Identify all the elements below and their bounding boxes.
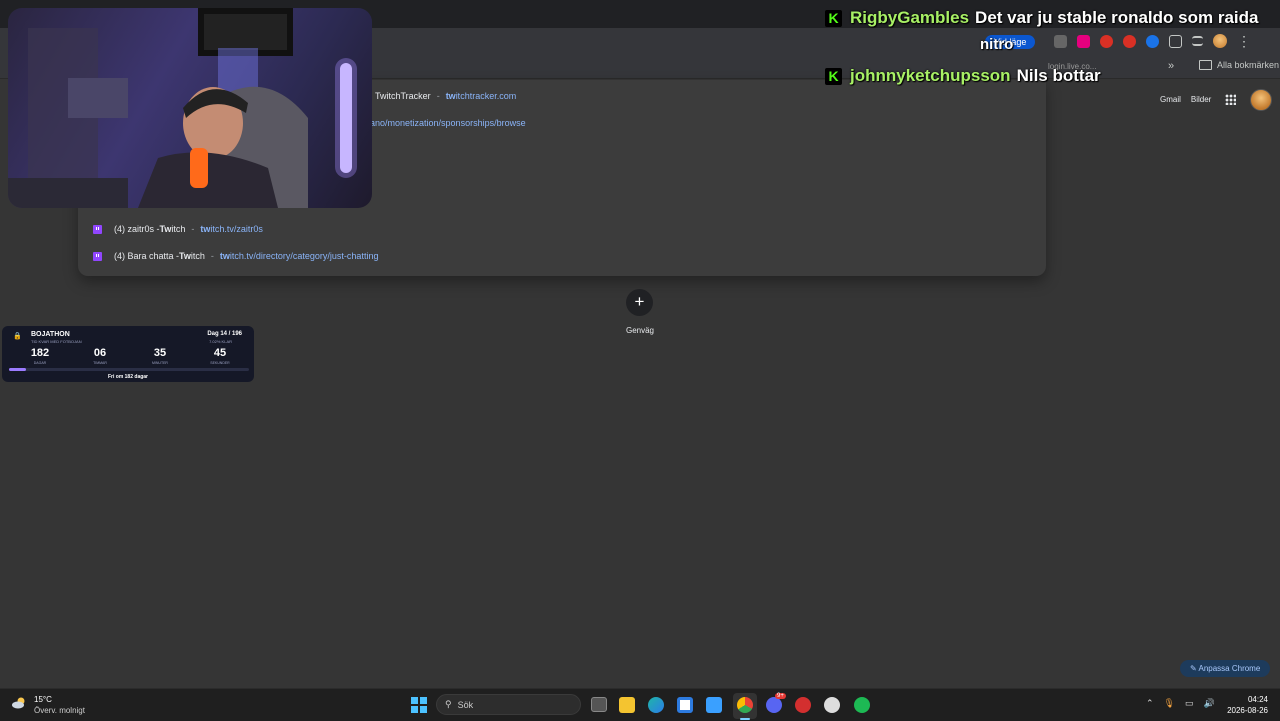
customize-label: Anpassa Chrome	[1198, 664, 1261, 673]
images-link[interactable]: Bilder	[1191, 95, 1211, 104]
weather-temperature[interactable]: 15°C	[34, 695, 52, 704]
chat-username: johnnyketchupsson	[850, 66, 1011, 85]
profile-icon[interactable]	[1213, 34, 1227, 48]
suggestion-title-bold: Tw	[159, 224, 172, 234]
windows-start-icon[interactable]	[411, 697, 427, 713]
extension-icon[interactable]	[1054, 34, 1067, 48]
media-icon[interactable]	[1192, 36, 1203, 46]
microphone-icon[interactable]: 🎙	[1164, 698, 1175, 709]
webcam-feed-image	[8, 8, 357, 208]
account-avatar[interactable]	[1250, 89, 1272, 111]
folder-icon	[1199, 60, 1212, 70]
all-bookmarks-button[interactable]: Alla bokmärken	[1199, 60, 1279, 70]
task-view-icon[interactable]	[591, 697, 607, 712]
clock-date: 2026-08-26	[1227, 706, 1268, 715]
discord-icon[interactable]	[766, 697, 782, 713]
suggestion-url: twitch.tv/directory/category/just-chatti…	[219, 251, 379, 261]
widget-day: Dag 14 / 196	[207, 331, 242, 337]
progress-bar	[9, 368, 249, 371]
mail-icon[interactable]	[706, 697, 722, 713]
omnibox-suggestion[interactable]: ano/monetization/sponsorships/browse	[370, 118, 526, 128]
gmail-link[interactable]: Gmail	[1160, 95, 1181, 104]
network-icon[interactable]: ▭	[1185, 698, 1194, 709]
search-icon: ⚲	[445, 699, 452, 709]
file-explorer-icon[interactable]	[619, 697, 635, 713]
widget-percent: 7.02% KLAR	[209, 339, 232, 344]
suggestion-title-bold: Tw	[179, 251, 191, 261]
omnibox-suggestion[interactable]: (4) zaitr0s - Tw itch - twitch.tv/zaitr0…	[93, 224, 263, 234]
customize-chrome-button[interactable]: ✎ Anpassa Chrome	[1180, 660, 1271, 677]
twitch-icon	[93, 251, 102, 261]
suggestion-title-prefix: (4) zaitr0s -	[114, 224, 160, 234]
extensions-area: ⋮	[1054, 34, 1251, 48]
spotify-icon[interactable]	[854, 697, 870, 713]
chat-message: K johnnyketchupsson Nils bottar	[825, 66, 1101, 86]
taskbar-search[interactable]: ⚲ Sök	[436, 694, 581, 715]
progress-fill	[9, 368, 26, 371]
suggestion-url: ano/monetization/sponsorships/browse	[370, 118, 526, 128]
suggestion-title: TwitchTracker	[375, 91, 431, 101]
shortcut-label: Genväg	[625, 326, 655, 335]
chat-text: Det var ju stable ronaldo som raida	[975, 8, 1259, 27]
chat-username: RigbyGambles	[850, 8, 970, 27]
puzzle-icon[interactable]	[1169, 34, 1182, 48]
taskbar-clock[interactable]: 04:24 2026-08-26	[1227, 694, 1268, 716]
weather-condition[interactable]: Överv. molnigt	[34, 706, 85, 715]
twitch-icon	[93, 224, 102, 234]
extension-icon[interactable]	[1100, 34, 1113, 48]
suggestion-url: twitch.tv/zaitr0s	[200, 224, 263, 234]
volume-icon[interactable]: 🔊	[1204, 698, 1215, 709]
store-icon[interactable]	[677, 697, 693, 713]
suggestion-separator: -	[210, 251, 214, 261]
webcam-overlay	[8, 8, 372, 208]
widget-title: BOJATHON	[31, 331, 70, 338]
suggestion-separator: -	[436, 91, 440, 101]
kick-icon: K	[825, 9, 842, 27]
edge-icon[interactable]	[648, 697, 664, 713]
search-placeholder: Sök	[457, 699, 474, 710]
app-icon-timer[interactable]	[824, 697, 840, 713]
extension-icon[interactable]	[1123, 34, 1136, 48]
extension-icon[interactable]	[1077, 34, 1090, 48]
google-top-links: Gmail Bilder	[1160, 95, 1211, 104]
add-shortcut-button[interactable]: +	[626, 289, 653, 316]
chat-message: K RigbyGambles Det var ju stable ronaldo…	[825, 8, 1258, 28]
clock-time: 04:24	[1247, 695, 1268, 704]
all-bookmarks-label: Alla bokmärken	[1217, 60, 1280, 70]
system-tray: ⌃ 🎙 ▭ 🔊	[1146, 698, 1215, 709]
suggestion-url: twitchtracker.com	[445, 91, 517, 101]
chat-text-nitro: nitro	[980, 36, 1014, 53]
suggestion-separator: -	[191, 224, 195, 234]
kick-icon: K	[825, 67, 842, 85]
extension-icon[interactable]	[1146, 34, 1159, 48]
lock-icon: 🔒	[13, 333, 22, 340]
suggestion-title-rest: itch	[171, 224, 186, 234]
suggestion-title-prefix: (4) Bara chatta -	[114, 251, 180, 261]
more-menu-icon[interactable]: ⋮	[1237, 34, 1251, 48]
widget-subtitle: TID KVAR MED FOTBOJAN	[31, 339, 82, 344]
bookmarks-overflow-icon[interactable]: »	[1168, 60, 1174, 72]
google-apps-icon[interactable]	[1225, 94, 1236, 105]
suggestion-title-rest: itch	[190, 251, 205, 261]
omnibox-suggestion[interactable]: (4) Bara chatta - Tw itch - twitch.tv/di…	[93, 251, 378, 261]
weather-cloud-icon[interactable]	[11, 697, 27, 709]
omnibox-suggestion[interactable]: TwitchTracker - twitchtracker.com	[375, 91, 516, 101]
chrome-icon[interactable]	[737, 697, 753, 713]
chevron-up-icon[interactable]: ⌃	[1146, 698, 1154, 709]
chat-text: Nils bottar	[1016, 66, 1101, 85]
widget-footer: Fri om 182 dagar	[107, 374, 148, 380]
discord-badge: 9+	[775, 693, 786, 699]
app-icon-red[interactable]	[795, 697, 811, 713]
bojathon-widget: 🔒 BOJATHON TID KVAR MED FOTBOJAN Dag 14 …	[2, 326, 254, 382]
taskbar: 15°C Överv. molnigt ⚲ Sök 9+ ⌃ 🎙 ▭ 🔊 04:…	[0, 688, 1280, 721]
